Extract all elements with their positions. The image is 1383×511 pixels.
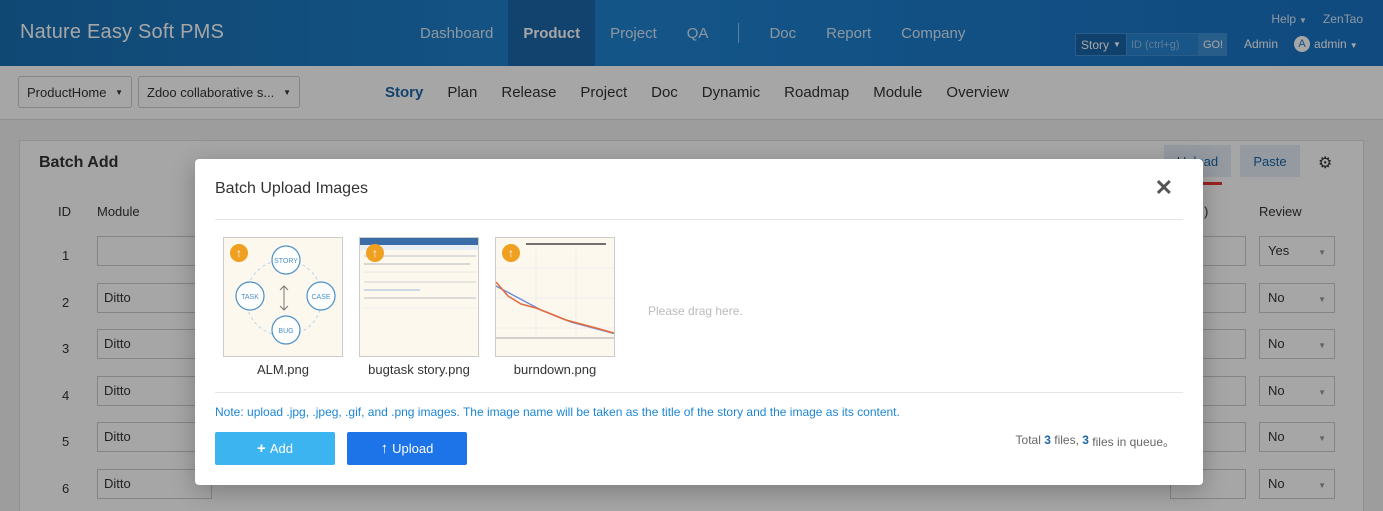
thumbnail-list: STORY TASK CASE BUG ↑ ALM.png ↑ bugtask …: [223, 237, 615, 377]
file-name: burndown.png: [513, 362, 597, 377]
file-thumbnail[interactable]: ↑ burndown.png: [495, 237, 615, 377]
close-icon[interactable]: ✕: [1155, 175, 1173, 201]
divider: [215, 392, 1183, 393]
add-files-button[interactable]: + Add: [215, 432, 335, 465]
alm-task-label: TASK: [241, 294, 259, 301]
alm-bug-label: BUG: [278, 328, 293, 335]
batch-upload-modal: Batch Upload Images ✕ STORY TASK CASE BU…: [195, 159, 1203, 485]
alm-case-label: CASE: [311, 294, 330, 301]
burndown-preview: ↑: [495, 237, 615, 357]
arrow-up-icon: ↑: [380, 440, 389, 457]
upload-pending-icon: ↑: [366, 244, 384, 262]
upload-button-label: Upload: [392, 441, 434, 456]
upload-pending-icon: ↑: [230, 244, 248, 262]
bugtask-preview: ↑: [359, 237, 479, 357]
alm-story-label: STORY: [274, 258, 298, 265]
file-name: ALM.png: [256, 362, 310, 377]
drop-zone-hint[interactable]: Please drag here.: [648, 304, 743, 318]
plus-icon: +: [257, 440, 266, 457]
alm-diagram-preview: STORY TASK CASE BUG ↑: [223, 237, 343, 357]
upload-pending-icon: ↑: [502, 244, 520, 262]
add-button-label: Add: [269, 441, 293, 456]
summary-total-count: 3: [1044, 433, 1051, 447]
file-thumbnail[interactable]: STORY TASK CASE BUG ↑ ALM.png: [223, 237, 343, 377]
summary-suffix: files in queue。: [1088, 435, 1175, 449]
summary-queue-count: 3: [1082, 433, 1089, 447]
upload-note: Note: upload .jpg, .jpeg, .gif, and .png…: [215, 405, 900, 419]
start-upload-button[interactable]: ↑ Upload: [347, 432, 467, 465]
divider: [215, 219, 1183, 220]
modal-title: Batch Upload Images: [215, 180, 368, 197]
upload-summary: Total 3 files, 3 files in queue。: [1016, 433, 1175, 450]
summary-mid: files,: [1050, 433, 1083, 447]
summary-prefix: Total: [1015, 433, 1045, 447]
file-name: bugtask story.png: [368, 362, 470, 377]
file-thumbnail[interactable]: ↑ bugtask story.png: [359, 237, 479, 377]
